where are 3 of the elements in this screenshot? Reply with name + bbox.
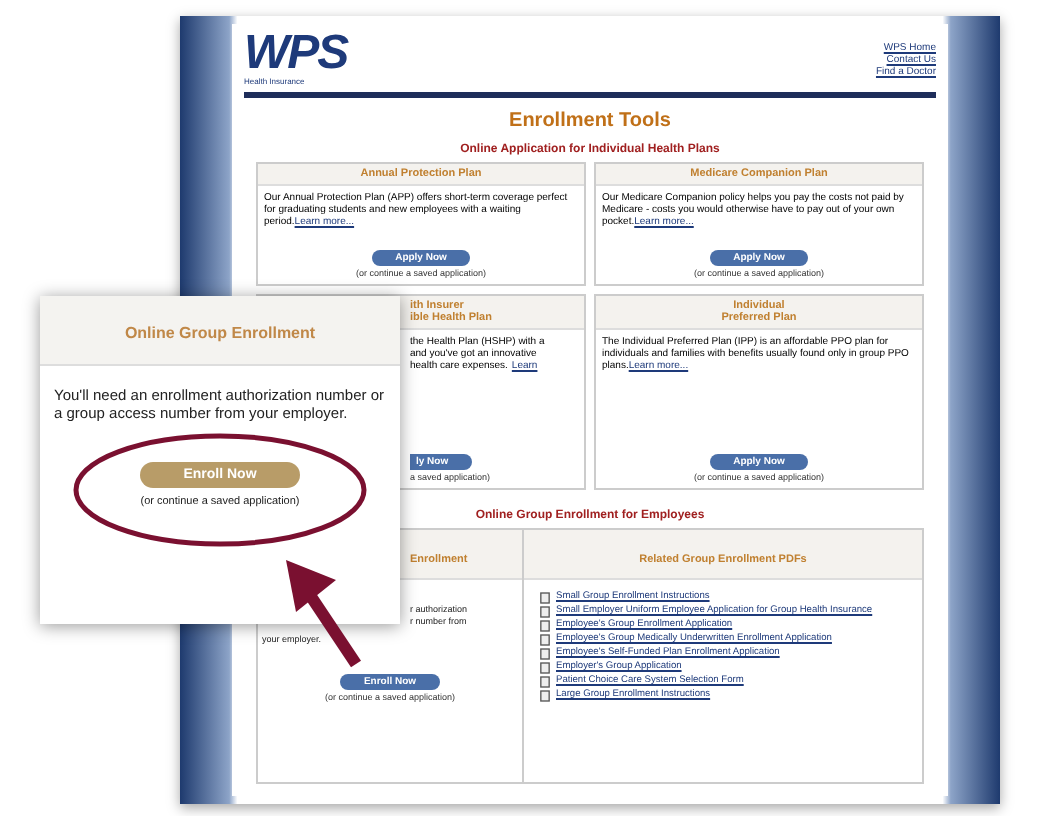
page-title: Enrollment Tools xyxy=(507,110,673,132)
logo[interactable]: WPS xyxy=(244,32,348,76)
callout-title: Online Group Enrollment xyxy=(124,324,316,342)
